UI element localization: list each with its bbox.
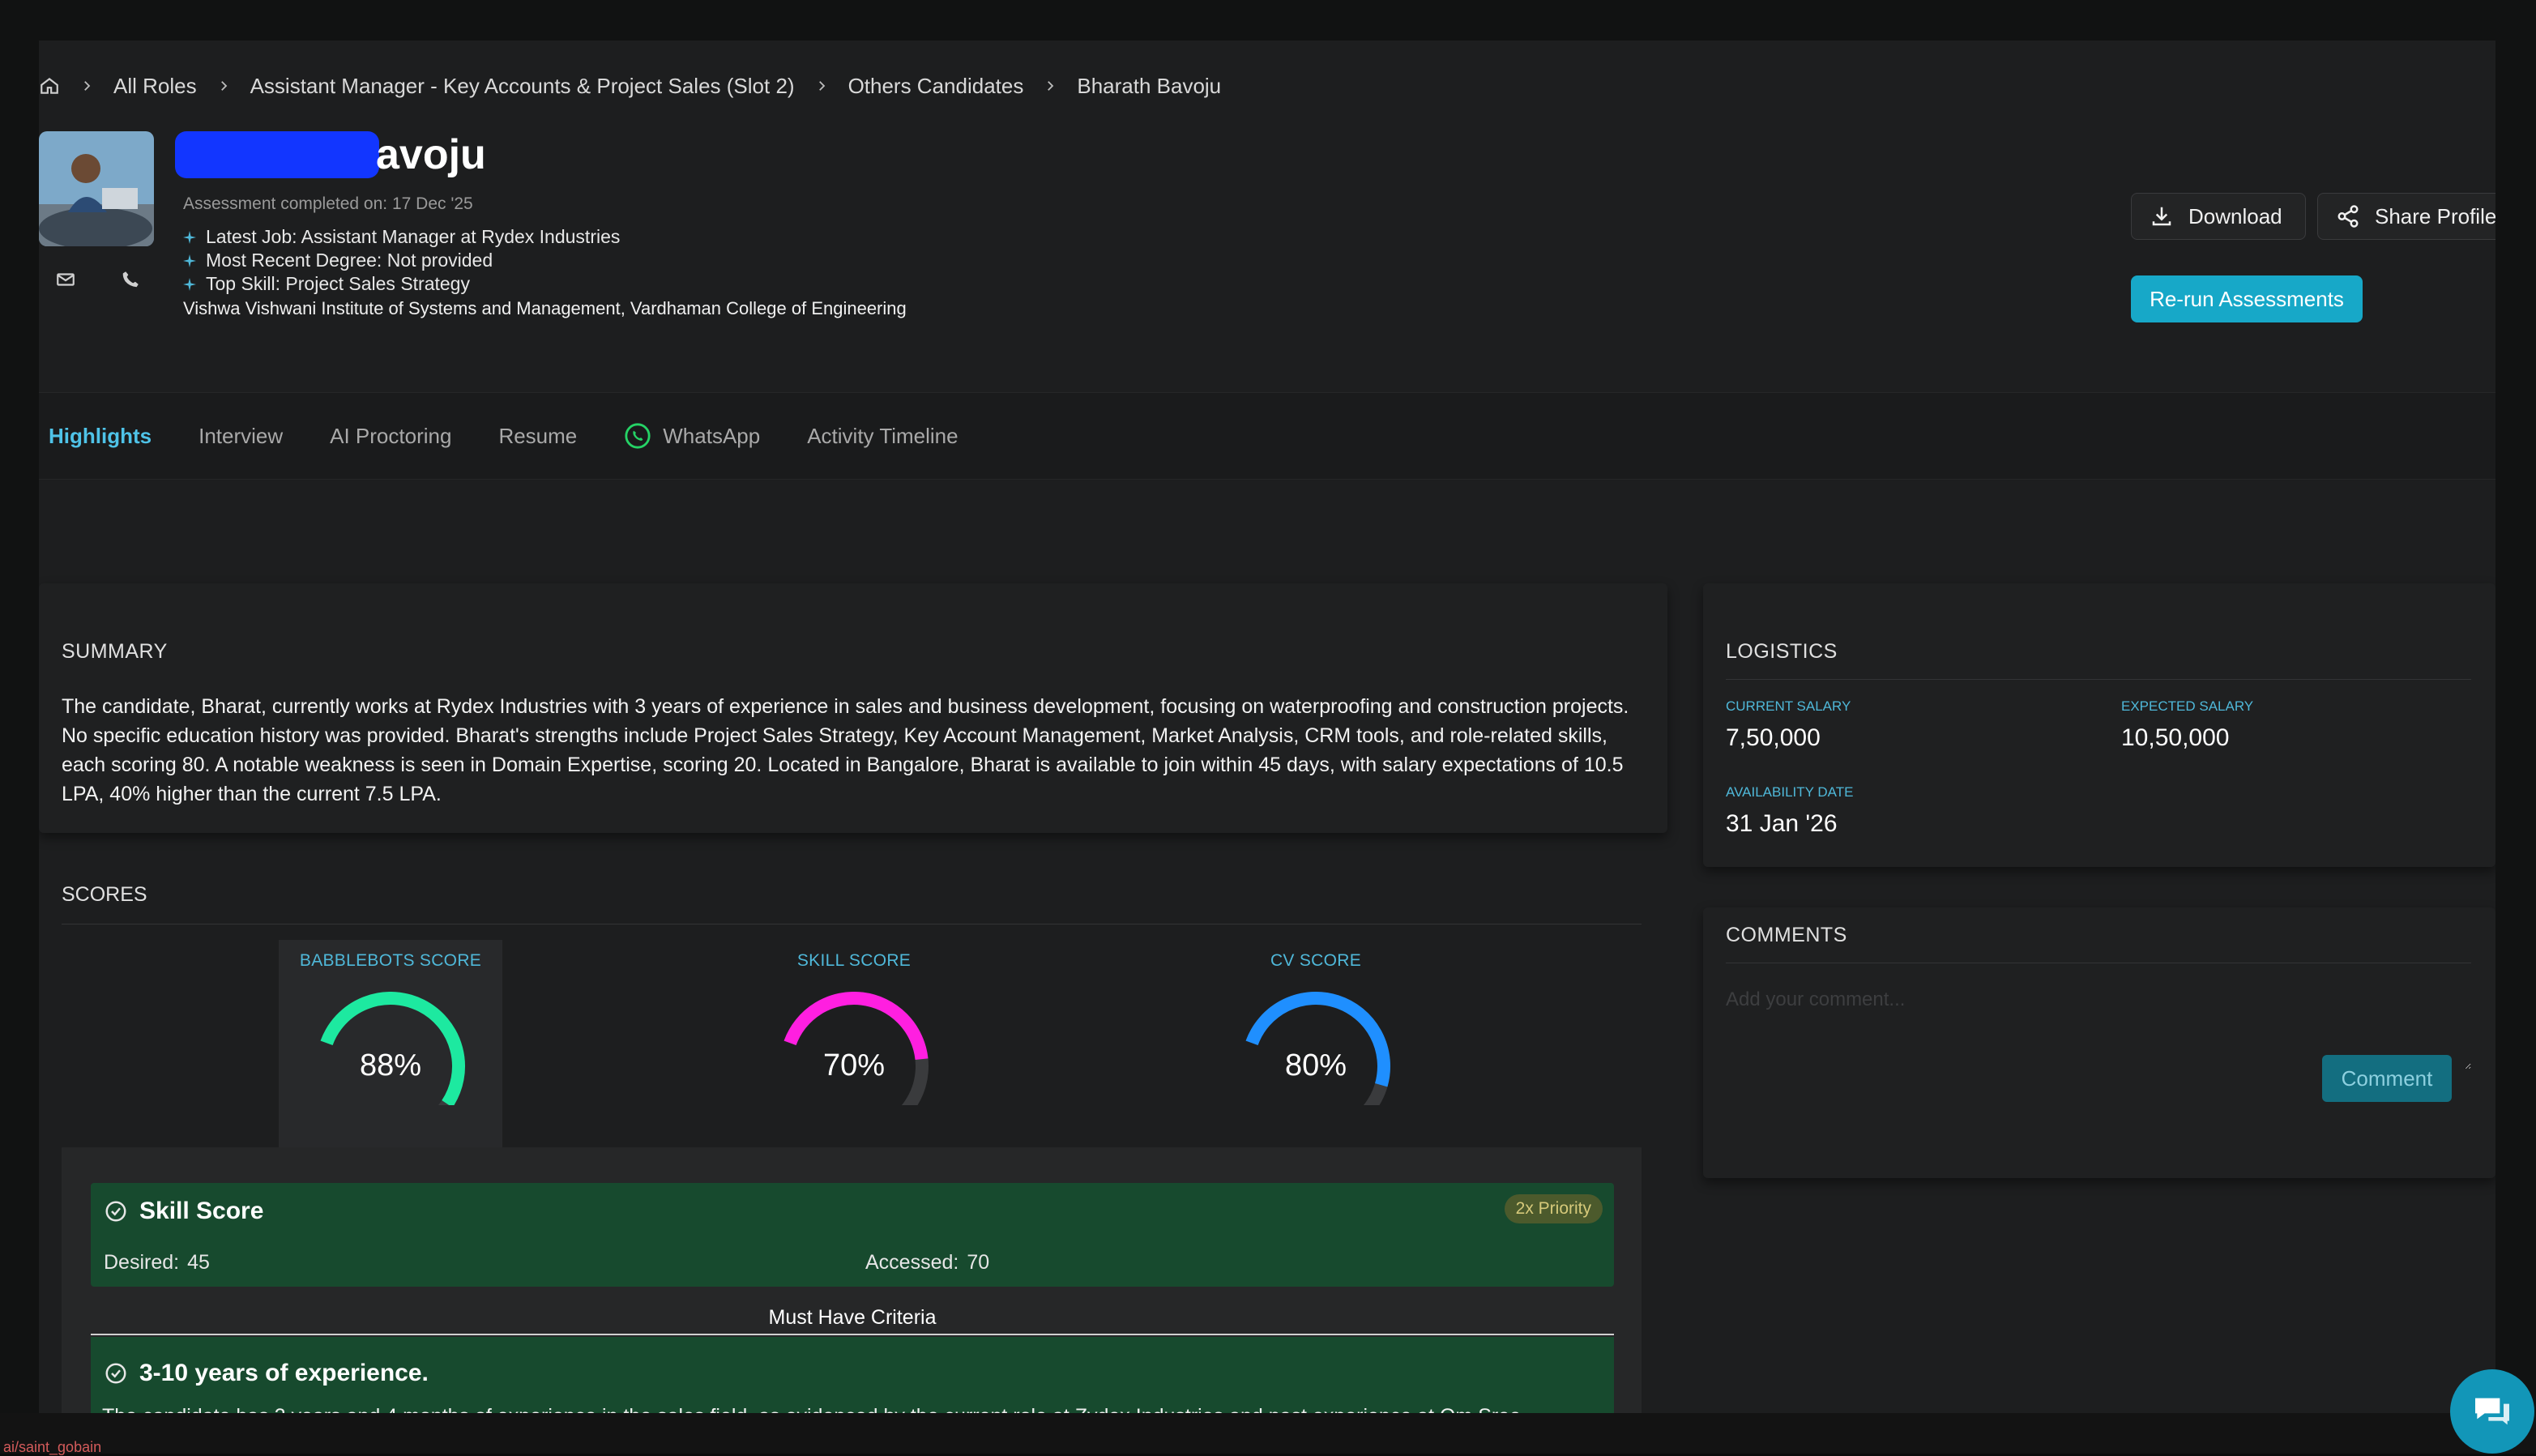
current-salary-label: CURRENT SALARY (1726, 698, 1851, 714)
assessment-date: Assessment completed on: 17 Dec '25 (183, 194, 473, 213)
home-icon[interactable] (39, 75, 60, 96)
bottom-bar (0, 1413, 2536, 1454)
candidate-highlights: Latest Job: Assistant Manager at Rydex I… (183, 225, 620, 296)
divider (1726, 679, 2471, 680)
download-button[interactable]: Download (2131, 193, 2306, 240)
sparkle-icon (183, 254, 196, 267)
tab-bar: Highlights Interview AI Proctoring Resum… (39, 392, 2495, 480)
expected-salary-value: 10,50,000 (2121, 724, 2230, 751)
desired-score: Desired: 45 (104, 1251, 210, 1274)
candidate-name: avoju (175, 126, 486, 183)
breadcrumb-others-candidates[interactable]: Others Candidates (848, 74, 1024, 99)
current-salary-value: 7,50,000 (1726, 724, 1821, 751)
tab-activity-timeline[interactable]: Activity Timeline (807, 424, 958, 449)
sparkle-icon (183, 277, 196, 291)
score-gauge: 88% (310, 992, 472, 1105)
accessed-score: Accessed: 70 (865, 1251, 990, 1274)
rerun-assessments-button[interactable]: Re-run Assessments (2131, 275, 2363, 322)
score-value: 80% (1284, 1048, 1347, 1082)
score-value: 88% (359, 1048, 422, 1082)
chevron-right-icon (818, 81, 825, 91)
score-gauge: 80% (1235, 992, 1397, 1105)
list-item: Most Recent Degree: Not provided (183, 249, 620, 272)
check-circle-icon (105, 1201, 126, 1222)
check-circle-icon (105, 1363, 126, 1384)
divider (91, 1334, 1614, 1335)
chevron-right-icon (220, 81, 227, 91)
redaction-block (175, 131, 379, 178)
contact-icons (55, 269, 141, 290)
comments-title: COMMENTS (1726, 924, 1847, 946)
logistics-title: LOGISTICS (1726, 640, 1838, 663)
candidate-name-text: avoju (376, 131, 486, 178)
candidate-page: All Roles Assistant Manager - Key Accoun… (39, 41, 2495, 1434)
score-label: BABBLEBOTS SCORE (299, 951, 482, 970)
mail-icon[interactable] (55, 269, 76, 290)
availability-label: AVAILABILITY DATE (1726, 784, 1854, 800)
breadcrumb-current: Bharath Bavoju (1077, 73, 1222, 98)
cv-score[interactable]: CV SCORE 80% (1204, 940, 1428, 1151)
avatar (39, 131, 154, 246)
skill-score-heading: Skill Score (104, 1198, 263, 1225)
chevron-right-icon (84, 81, 91, 91)
comment-button[interactable]: Comment (2322, 1055, 2452, 1102)
logistics-card: LOGISTICS CURRENT SALARY 7,50,000 EXPECT… (1703, 583, 2495, 867)
chevron-right-icon (1048, 81, 1054, 91)
skill-score-card: Skill Score 2x Priority Desired: 45 Acces… (91, 1183, 1614, 1287)
phone-icon[interactable] (120, 269, 141, 290)
scores-title: SCORES (62, 883, 147, 906)
breadcrumb-all-roles[interactable]: All Roles (113, 74, 197, 99)
summary-title: SUMMARY (62, 640, 168, 663)
summary-text: The candidate, Bharat, currently works a… (62, 695, 1629, 805)
chat-button[interactable] (2450, 1369, 2534, 1454)
share-profile-button[interactable]: Share Profile (2317, 193, 2495, 240)
criteria-heading: 3-10 years of experience. (104, 1360, 429, 1387)
priority-badge: 2x Priority (1504, 1194, 1603, 1223)
breadcrumb: All Roles Assistant Manager - Key Accoun… (39, 71, 1221, 100)
list-item: Top Skill: Project Sales Strategy (183, 272, 620, 296)
sparkle-icon (183, 230, 196, 244)
must-have-criteria-title: Must Have Criteria (768, 1306, 937, 1329)
tab-highlights[interactable]: Highlights (49, 424, 152, 449)
skill-score[interactable]: SKILL SCORE 70% (742, 940, 966, 1151)
score-value: 70% (822, 1048, 886, 1082)
babblebots-score[interactable]: BABBLEBOTS SCORE 88% (279, 940, 502, 1151)
comments-card: COMMENTS (1703, 907, 2495, 1178)
tab-interview[interactable]: Interview (199, 424, 283, 449)
education-text: Vishwa Vishwani Institute of Systems and… (183, 298, 907, 318)
score-label: SKILL SCORE (796, 951, 912, 970)
score-gauge: 70% (773, 992, 935, 1105)
share-icon (2337, 205, 2359, 228)
tab-ai-proctoring[interactable]: AI Proctoring (330, 424, 451, 449)
breadcrumb-role[interactable]: Assistant Manager - Key Accounts & Proje… (250, 74, 795, 99)
availability-value: 31 Jan '26 (1726, 810, 1838, 837)
chat-icon (2475, 1398, 2509, 1425)
score-label: CV SCORE (1270, 951, 1362, 970)
tab-resume[interactable]: Resume (498, 424, 577, 449)
whatsapp-icon (625, 423, 651, 449)
summary-card: SUMMARY The candidate, Bharat, currently… (39, 583, 1667, 833)
tab-whatsapp[interactable]: WhatsApp (624, 422, 760, 450)
app-frame: All Roles Assistant Manager - Key Accoun… (0, 0, 2536, 1455)
download-icon (2152, 207, 2171, 226)
expected-salary-label: EXPECTED SALARY (2121, 698, 2254, 714)
list-item: Latest Job: Assistant Manager at Rydex I… (183, 225, 620, 249)
